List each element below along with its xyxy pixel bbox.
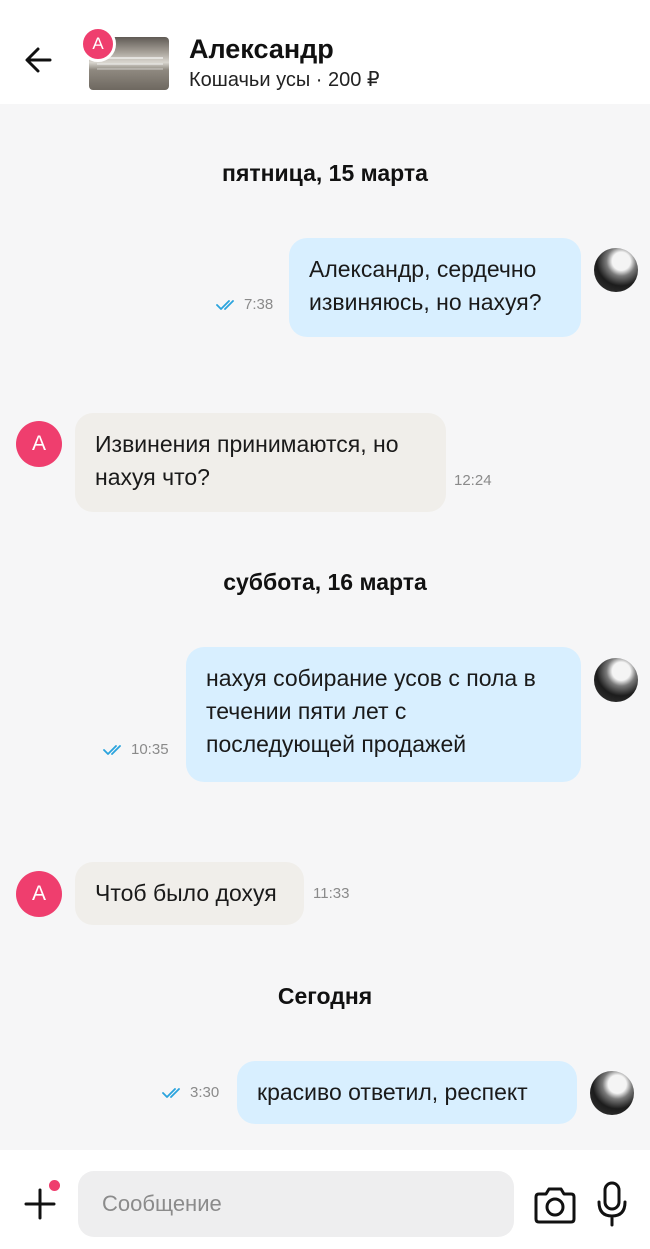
date-separator: Сегодня: [277, 983, 373, 1009]
my-avatar: [594, 248, 638, 292]
listing-info[interactable]: Кошачьи усы · 200 ₽: [189, 67, 380, 92]
outgoing-message[interactable]: нахуя собирание усов с пола в течении пя…: [186, 647, 581, 782]
message-text: нахуя собирание усов с пола в: [206, 665, 536, 691]
chat-screen: А Александр Кошачьи усы · 200 ₽ пятница,…: [0, 0, 650, 1249]
contact-avatar: А: [80, 26, 116, 62]
message-composer: [0, 1150, 650, 1249]
message-status: 10:35: [103, 741, 169, 758]
chat-header: А Александр Кошачьи усы · 200 ₽: [0, 0, 650, 104]
message-time: 7:38: [244, 296, 274, 313]
outgoing-message[interactable]: Александр, сердечно извиняюсь, но нахуя?: [289, 238, 581, 337]
message-time: 10:35: [131, 741, 169, 758]
message-time: 3:30: [190, 1084, 220, 1101]
read-check-icon: [162, 1088, 180, 1098]
date-separator: суббота, 16 марта: [223, 569, 427, 595]
message-input[interactable]: [78, 1171, 514, 1237]
contact-name[interactable]: Александр: [189, 34, 334, 65]
read-check-icon: [103, 745, 121, 755]
message-text: Александр, сердечно: [309, 256, 537, 282]
message-time: 11:33: [313, 885, 350, 902]
notification-dot: [49, 1180, 60, 1191]
camera-icon[interactable]: [532, 1184, 578, 1226]
message-text: течении пяти лет с: [206, 698, 407, 724]
message-text: Извинения принимаются, но: [95, 431, 399, 457]
back-arrow-icon[interactable]: [20, 40, 60, 80]
read-check-icon: [216, 300, 234, 310]
contact-avatar: А: [16, 421, 62, 467]
message-time: 12:24: [454, 472, 492, 489]
incoming-message[interactable]: Чтоб было дохуя: [75, 862, 304, 925]
incoming-message[interactable]: Извинения принимаются, но нахуя что?: [75, 413, 446, 512]
message-status: 3:30: [162, 1084, 219, 1101]
my-avatar: [594, 658, 638, 702]
message-status: 7:38: [216, 296, 273, 313]
message-text: Чтоб было дохуя: [95, 880, 277, 906]
message-text: нахуя что?: [95, 464, 210, 490]
outgoing-message[interactable]: красиво ответил, респект: [237, 1061, 577, 1124]
my-avatar: [590, 1071, 634, 1115]
message-text: последующей продажей: [206, 731, 467, 757]
date-separator: пятница, 15 марта: [222, 160, 428, 186]
microphone-icon[interactable]: [594, 1180, 630, 1228]
contact-avatar: А: [16, 871, 62, 917]
message-text: извиняюсь, но нахуя?: [309, 289, 542, 315]
message-text: красиво ответил, респект: [257, 1079, 528, 1105]
